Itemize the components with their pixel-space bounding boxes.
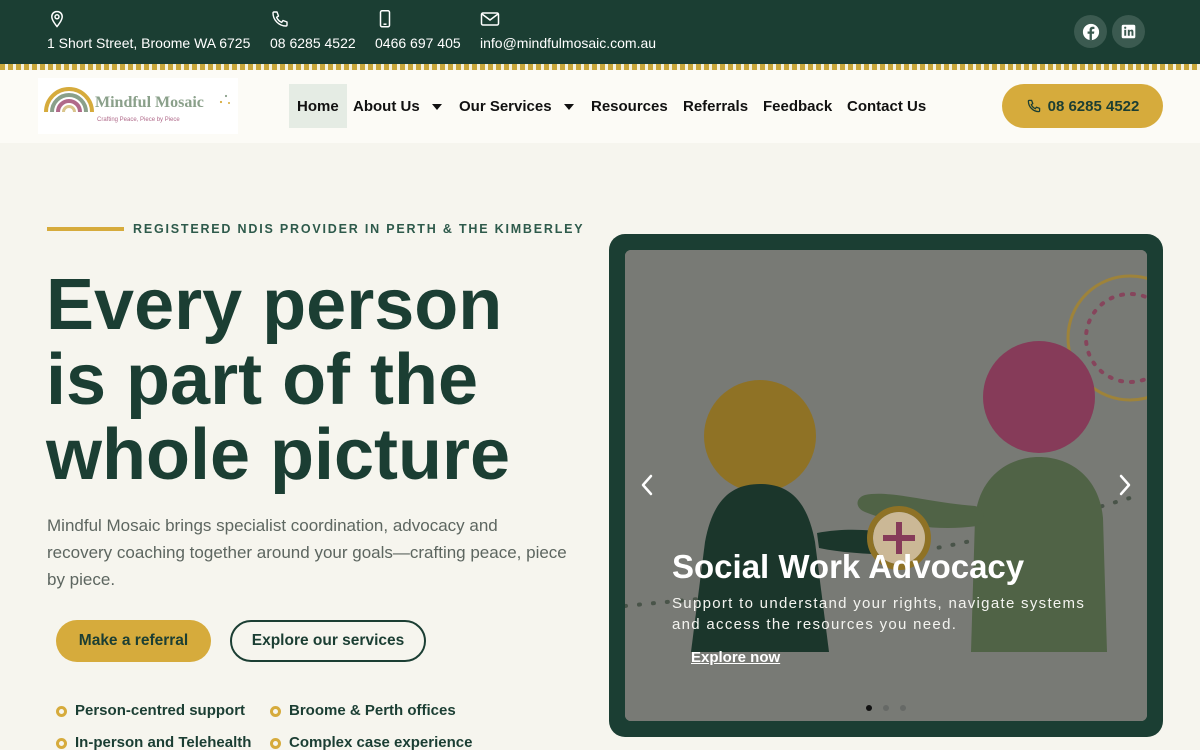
feature-label: Broome & Perth offices	[289, 702, 456, 719]
chevron-down-icon	[563, 104, 574, 110]
slide-title: Social Work Advocacy	[672, 548, 1025, 585]
feature-label: Complex case experience	[289, 734, 473, 750]
brand-tagline: Crafting Peace, Piece by Piece	[97, 117, 180, 123]
feature-label: In-person and Telehealth	[75, 734, 252, 750]
facebook-icon	[1082, 23, 1099, 40]
mobile-text: 0466 697 405	[375, 35, 461, 51]
bullet-dot-icon	[56, 738, 67, 749]
phone-icon	[272, 11, 288, 27]
sparkle-dots-icon	[219, 94, 230, 104]
top-contact-bar: 1 Short Street, Broome WA 6725 08 6285 4…	[0, 0, 1200, 64]
explore-now-link[interactable]: Explore now	[691, 649, 780, 666]
make-referral-button[interactable]: Make a referral	[56, 620, 211, 662]
site-header: Mindful Mosaic Crafting Peace, Piece by …	[0, 70, 1200, 143]
nav-about-label: About Us	[353, 97, 420, 115]
call-button-label: 08 6285 4522	[1047, 97, 1140, 115]
hero-slider[interactable]: Social Work Advocacy Support to understa…	[625, 250, 1147, 721]
linkedin-link[interactable]	[1112, 15, 1145, 48]
nav-feedback-label: Feedback	[763, 97, 833, 115]
hero-description: Mindful Mosaic brings specialist coordin…	[47, 516, 567, 589]
bullet-dot-icon	[270, 706, 281, 717]
chevron-down-icon	[431, 104, 442, 110]
make-referral-label: Make a referral	[78, 632, 189, 649]
slider-dot-2[interactable]	[883, 705, 889, 711]
phone-text: 08 6285 4522	[270, 35, 356, 51]
address-text: 1 Short Street, Broome WA 6725	[47, 35, 251, 51]
headline-line: is part of the	[46, 340, 479, 420]
brand-logo[interactable]: Mindful Mosaic Crafting Peace, Piece by …	[38, 78, 238, 134]
bullet-dot-icon	[56, 706, 67, 717]
nav-contact[interactable]: Contact Us	[847, 84, 926, 128]
email-text: info@mindfulmosaic.com.au	[480, 35, 657, 51]
brand-name: Mindful Mosaic	[95, 94, 204, 111]
eyebrow-rule	[47, 227, 124, 231]
slider-dot-1[interactable]	[866, 705, 872, 711]
call-button[interactable]: 08 6285 4522	[1002, 84, 1163, 128]
nav-about[interactable]: About Us	[353, 84, 442, 128]
slider-next-button[interactable]	[1113, 472, 1137, 498]
nav-feedback[interactable]: Feedback	[763, 84, 832, 128]
nav-resources-label: Resources	[591, 97, 668, 115]
feature-label: Person-centred support	[75, 702, 246, 719]
facebook-link[interactable]	[1074, 15, 1107, 48]
slider-prev-button[interactable]	[635, 472, 659, 498]
headline-line: Every person	[46, 265, 503, 345]
nav-home[interactable]: Home	[289, 84, 347, 128]
nav-services[interactable]: Our Services	[459, 84, 574, 128]
nav-referrals[interactable]: Referrals	[683, 84, 748, 128]
chevron-left-icon	[641, 474, 653, 496]
explore-services-label: Explore our services	[251, 632, 405, 649]
hero-eyebrow: REGISTERED NDIS PROVIDER IN PERTH & THE …	[133, 222, 585, 236]
location-pin-icon	[51, 10, 63, 28]
nav-contact-label: Contact Us	[847, 97, 927, 115]
slide-description: Support to understand your rights, navig…	[672, 595, 1086, 633]
rainbow-logo-icon	[44, 87, 94, 113]
phone-icon	[1027, 99, 1040, 113]
nav-resources[interactable]: Resources	[591, 84, 668, 128]
slider-dot-3[interactable]	[900, 705, 906, 711]
mobile-icon	[379, 10, 391, 28]
linkedin-icon	[1121, 24, 1136, 39]
bullet-dot-icon	[270, 738, 281, 749]
hero-headline: Every person is part of the whole pictur…	[46, 268, 586, 493]
explore-services-button[interactable]: Explore our services	[230, 620, 426, 662]
nav-referrals-label: Referrals	[683, 97, 749, 115]
chevron-right-icon	[1119, 474, 1131, 496]
headline-line: whole picture	[46, 415, 511, 495]
nav-home-label: Home	[297, 97, 339, 115]
mail-icon	[480, 12, 500, 26]
nav-services-label: Our Services	[459, 97, 552, 115]
